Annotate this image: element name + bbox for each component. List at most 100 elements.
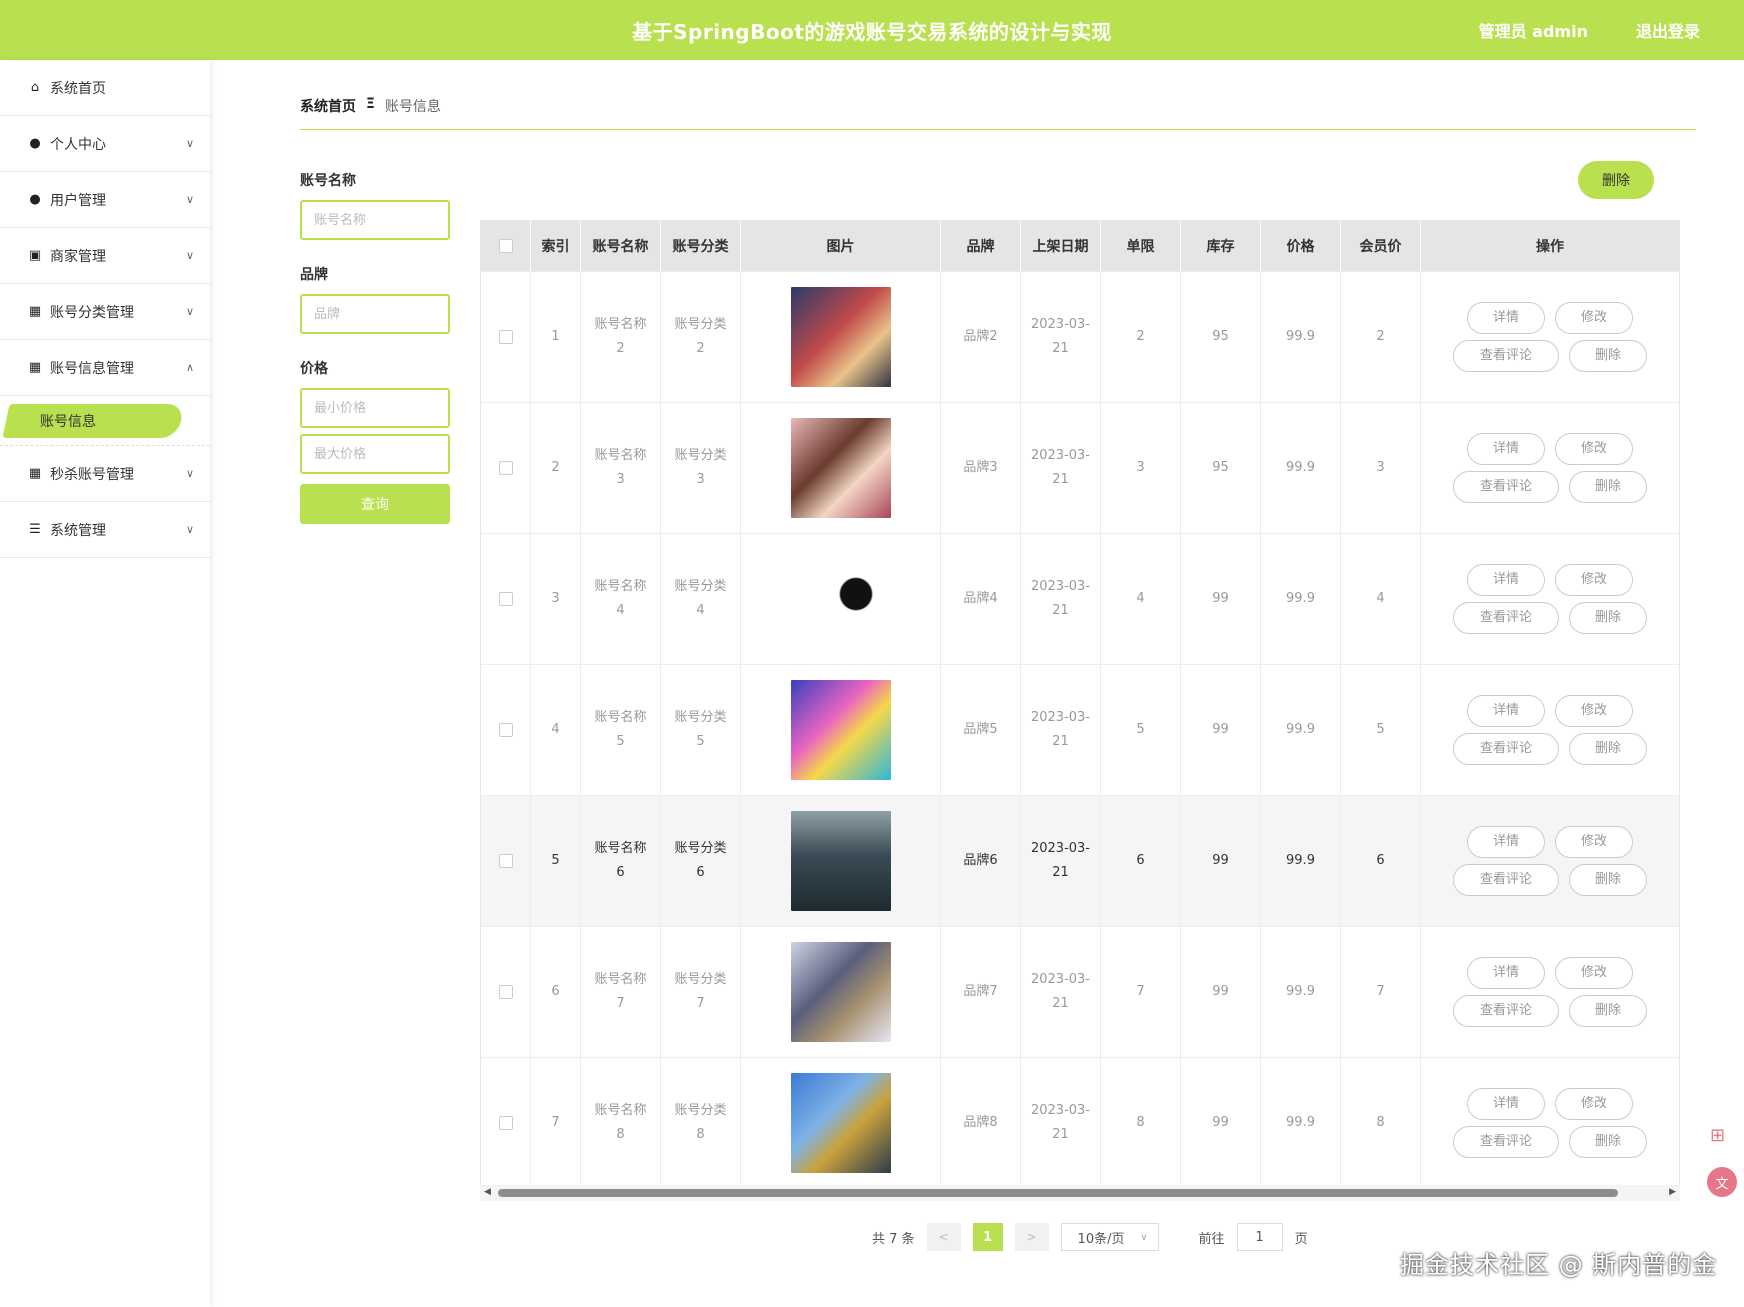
account-thumbnail[interactable] (790, 418, 891, 518)
delete-button[interactable]: 删除 (1569, 471, 1647, 503)
col-stock[interactable]: 库存 (1181, 221, 1261, 271)
edit-button[interactable]: 修改 (1555, 695, 1633, 727)
detail-button[interactable]: 详情 (1467, 302, 1545, 334)
sidebar-item-users[interactable]: ● 用户管理 ∨ (0, 172, 210, 228)
cell-limit: 2 (1101, 272, 1181, 402)
cell-category: 账号分类 5 (661, 665, 741, 795)
sidebar-item-profile[interactable]: ● 个人中心 ∨ (0, 116, 210, 172)
view-comments-button[interactable]: 查看评论 (1453, 602, 1559, 634)
view-comments-button[interactable]: 查看评论 (1453, 340, 1559, 372)
row-checkbox[interactable] (498, 854, 513, 868)
sidebar-subitem-account-info[interactable]: 账号信息 (2, 403, 185, 438)
horizontal-scrollbar[interactable]: ◀ ▶ (480, 1185, 1680, 1201)
min-price-input[interactable] (300, 388, 450, 428)
view-comments-button[interactable]: 查看评论 (1453, 471, 1559, 503)
row-checkbox[interactable] (498, 723, 513, 737)
account-thumbnail[interactable] (790, 549, 891, 649)
query-button[interactable]: 查询 (300, 484, 450, 524)
view-comments-button[interactable]: 查看评论 (1453, 733, 1559, 765)
sidebar-item-merchants[interactable]: ▣ 商家管理 ∨ (0, 228, 210, 284)
sidebar-item-account-category[interactable]: ▦ 账号分类管理 ∨ (0, 284, 210, 340)
col-date[interactable]: 上架日期 (1021, 221, 1101, 271)
cell-date: 2023-03- 21 (1021, 534, 1101, 664)
row-checkbox[interactable] (498, 330, 513, 344)
col-index[interactable]: 索引 (531, 221, 581, 271)
edit-button[interactable]: 修改 (1555, 564, 1633, 596)
action-row: 查看评论 删除 (1453, 864, 1647, 896)
translate-icon[interactable]: 文 (1707, 1167, 1737, 1197)
delete-button[interactable]: 删除 (1569, 602, 1647, 634)
view-comments-button[interactable]: 查看评论 (1453, 864, 1559, 896)
bulk-delete-button[interactable]: 删除 (1578, 161, 1654, 199)
detail-button[interactable]: 详情 (1467, 1088, 1545, 1120)
detail-button[interactable]: 详情 (1467, 564, 1545, 596)
row-checkbox[interactable] (498, 592, 513, 606)
view-comments-button[interactable]: 查看评论 (1453, 995, 1559, 1027)
breadcrumb: 系统首页 Ξ 账号信息 (300, 96, 1696, 130)
account-thumbnail[interactable] (790, 811, 891, 911)
edit-button[interactable]: 修改 (1555, 957, 1633, 989)
view-comments-button[interactable]: 查看评论 (1453, 1126, 1559, 1158)
col-category[interactable]: 账号分类 (661, 221, 741, 271)
row-checkbox[interactable] (498, 985, 513, 999)
subitem-label: 账号信息 (40, 413, 96, 430)
cell-name: 账号名称 3 (581, 403, 661, 533)
edit-button[interactable]: 修改 (1555, 433, 1633, 465)
watermark: 掘金技术社区 @ 斯内普的金 (1400, 1251, 1718, 1279)
page-size-select[interactable]: 10条/页 ∨ (1060, 1223, 1159, 1251)
delete-button[interactable]: 删除 (1569, 864, 1647, 896)
select-all-checkbox[interactable] (498, 239, 513, 253)
detail-button[interactable]: 详情 (1467, 957, 1545, 989)
max-price-input[interactable] (300, 434, 450, 474)
col-brand[interactable]: 品牌 (941, 221, 1021, 271)
delete-button[interactable]: 删除 (1569, 733, 1647, 765)
row-checkbox[interactable] (498, 461, 513, 475)
cell-category: 账号分类 7 (661, 927, 741, 1057)
account-thumbnail[interactable] (790, 1073, 891, 1173)
delete-button[interactable]: 删除 (1569, 1126, 1647, 1158)
brand-filter-input[interactable] (300, 294, 450, 334)
col-vip-price[interactable]: 会员价 (1341, 221, 1421, 271)
goto-page-input[interactable]: 1 (1236, 1223, 1283, 1251)
scroll-right-icon[interactable]: ▶ (1669, 1187, 1676, 1197)
row-checkbox[interactable] (498, 1116, 513, 1130)
edit-button[interactable]: 修改 (1555, 302, 1633, 334)
action-group: 详情 修改 查看评论 删除 (1453, 957, 1647, 1027)
scroll-thumb[interactable] (498, 1189, 1618, 1197)
goto-label: 前往 (1198, 1231, 1225, 1247)
col-price[interactable]: 价格 (1261, 221, 1341, 271)
account-thumbnail[interactable] (790, 287, 891, 387)
detail-button[interactable]: 详情 (1467, 695, 1545, 727)
breadcrumb-home[interactable]: 系统首页 (300, 96, 356, 116)
cell-actions: 详情 修改 查看评论 删除 (1421, 927, 1679, 1057)
prev-page-button[interactable]: < (926, 1223, 961, 1251)
accounts-table: 索引 账号名称 账号分类 图片 品牌 上架日期 单限 库存 价格 会员价 操作 … (480, 220, 1680, 1189)
sidebar-item-home[interactable]: ⌂ 系统首页 (0, 60, 210, 116)
logout-link[interactable]: 退出登录 (1636, 18, 1700, 42)
action-row: 详情 修改 (1467, 695, 1633, 727)
col-limit[interactable]: 单限 (1101, 221, 1181, 271)
page-number[interactable]: 1 (972, 1223, 1003, 1251)
scroll-left-icon[interactable]: ◀ (484, 1187, 491, 1197)
cell-date: 2023-03- 21 (1021, 796, 1101, 926)
grid-plus-icon[interactable]: ⊞ (1710, 1125, 1725, 1146)
edit-button[interactable]: 修改 (1555, 826, 1633, 858)
sidebar-item-system[interactable]: ☰ 系统管理 ∨ (0, 502, 210, 558)
cell-vip-price: 8 (1341, 1058, 1421, 1188)
detail-button[interactable]: 详情 (1467, 433, 1545, 465)
sidebar-item-account-info[interactable]: ▦ 账号信息管理 ∧ (0, 340, 210, 396)
sidebar-item-flash-sale[interactable]: ▦ 秒杀账号管理 ∨ (0, 446, 210, 502)
grid-icon: ▦ (28, 466, 42, 481)
cell-name: 账号名称 5 (581, 665, 661, 795)
delete-button[interactable]: 删除 (1569, 340, 1647, 372)
edit-button[interactable]: 修改 (1555, 1088, 1633, 1120)
detail-button[interactable]: 详情 (1467, 826, 1545, 858)
delete-button[interactable]: 删除 (1569, 995, 1647, 1027)
account-thumbnail[interactable] (790, 680, 891, 780)
cell-actions: 详情 修改 查看评论 删除 (1421, 403, 1679, 533)
name-filter-input[interactable] (300, 200, 450, 240)
col-name[interactable]: 账号名称 (581, 221, 661, 271)
next-page-button[interactable]: > (1014, 1223, 1049, 1251)
cell-brand: 品牌2 (941, 272, 1021, 402)
account-thumbnail[interactable] (790, 942, 891, 1042)
